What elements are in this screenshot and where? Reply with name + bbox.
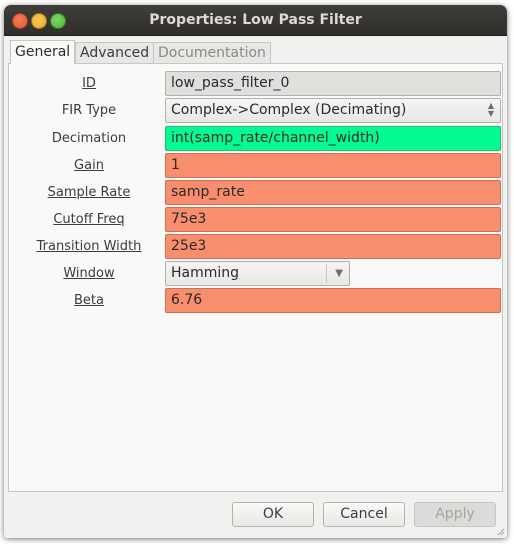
beta-field[interactable]: 6.76 <box>165 288 501 313</box>
chevron-down-icon: ▼ <box>335 268 343 279</box>
ok-button[interactable]: OK <box>232 502 314 527</box>
param-row-fir-type: FIR Type Complex->Complex (Decimating) ▲… <box>9 98 502 124</box>
param-row-decimation: Decimation int(samp_rate/channel_width) <box>9 126 502 152</box>
param-row-gain: Gain 1 <box>9 153 502 179</box>
param-label-decimation: Decimation <box>51 131 127 146</box>
window-value: Hamming <box>171 265 240 281</box>
param-label-gain: Gain <box>74 158 104 173</box>
tab-general[interactable]: General <box>10 40 76 64</box>
param-row-cutoff-freq: Cutoff Freq 75e3 <box>9 207 502 233</box>
param-label-sample-rate: Sample Rate <box>47 185 131 200</box>
id-field[interactable]: low_pass_filter_0 <box>165 71 501 96</box>
apply-button[interactable]: Apply <box>414 502 496 527</box>
gain-field[interactable]: 1 <box>165 153 501 178</box>
dropdown-separator <box>326 264 327 283</box>
fir-type-combo[interactable]: Complex->Complex (Decimating) ▲ ▼ <box>165 98 501 123</box>
tab-bar: General Advanced Documentation <box>8 40 503 64</box>
param-label-cutoff-freq: Cutoff Freq <box>53 212 125 227</box>
sample-rate-field[interactable]: samp_rate <box>165 180 501 205</box>
param-label-transition-width: Transition Width <box>36 239 142 254</box>
properties-dialog: Properties: Low Pass Filter General Adva… <box>4 5 507 538</box>
param-row-id: ID low_pass_filter_0 <box>9 71 502 97</box>
window-title: Properties: Low Pass Filter <box>149 12 362 28</box>
window-dropdown[interactable]: Hamming ▼ <box>165 261 350 286</box>
param-label-beta: Beta <box>74 293 104 308</box>
param-row-transition-width: Transition Width 25e3 <box>9 234 502 260</box>
cancel-button[interactable]: Cancel <box>323 502 405 527</box>
resize-grip-icon[interactable] <box>497 528 505 536</box>
tab-advanced[interactable]: Advanced <box>75 42 155 63</box>
tab-documentation[interactable]: Documentation <box>153 42 271 63</box>
param-label-fir-type: FIR Type <box>61 103 117 118</box>
param-row-window: Window Hamming ▼ <box>9 261 502 287</box>
param-label-id: ID <box>82 76 96 91</box>
transition-width-field[interactable]: 25e3 <box>165 234 501 259</box>
cutoff-freq-field[interactable]: 75e3 <box>165 207 501 232</box>
title-bar[interactable]: Properties: Low Pass Filter <box>4 5 507 36</box>
param-row-sample-rate: Sample Rate samp_rate <box>9 180 502 206</box>
general-tab-panel: ID low_pass_filter_0 FIR Type Complex->C… <box>8 63 503 492</box>
param-label-window: Window <box>63 266 115 281</box>
up-down-arrows-icon: ▲ ▼ <box>487 101 494 118</box>
decimation-field[interactable]: int(samp_rate/channel_width) <box>165 126 501 151</box>
param-row-beta: Beta 6.76 <box>9 288 502 314</box>
fir-type-value: Complex->Complex (Decimating) <box>171 102 407 118</box>
